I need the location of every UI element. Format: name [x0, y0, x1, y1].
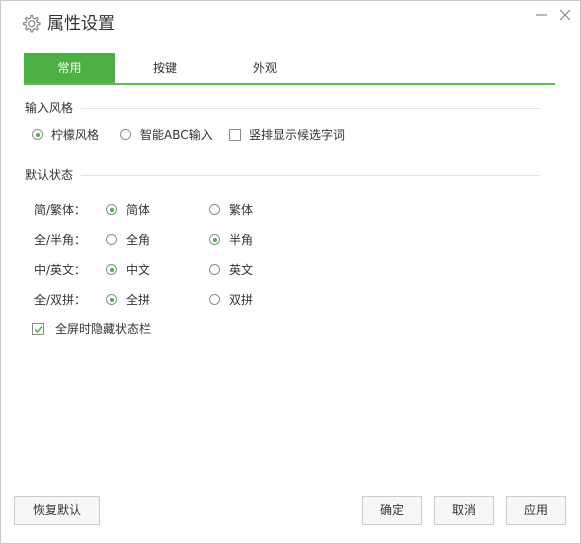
tab-bar: 常用 按键 外观: [24, 53, 555, 85]
default-state-heading: 默认状态: [25, 168, 74, 182]
apply-button[interactable]: 应用: [506, 496, 566, 525]
radio-simplified[interactable]: [106, 204, 117, 215]
radio-full-width[interactable]: [106, 234, 117, 245]
settings-window: 属性设置 常用 按键 外观 输入风格 柠檬风格 智能ABC输入 竖排显示候选字词…: [0, 0, 581, 544]
full-double-pinyin-label: 全/双拼：: [34, 293, 87, 307]
radio-double-pinyin-label[interactable]: 双拼: [229, 293, 253, 307]
checkbox-vertical-candidates[interactable]: [229, 129, 241, 141]
checkbox-vertical-candidates-label[interactable]: 竖排显示候选字词: [249, 128, 345, 142]
radio-full-pinyin[interactable]: [106, 294, 117, 305]
radio-english[interactable]: [209, 264, 220, 275]
tab-general[interactable]: 常用: [24, 53, 115, 83]
close-icon[interactable]: [555, 5, 575, 25]
radio-lemon-style[interactable]: [32, 129, 43, 140]
input-style-heading: 输入风格: [25, 101, 74, 115]
checkbox-hide-statusbar-label[interactable]: 全屏时隐藏状态栏: [55, 322, 151, 336]
checkbox-hide-statusbar[interactable]: [32, 323, 44, 335]
checkmark-icon: [34, 326, 43, 334]
radio-lemon-style-label[interactable]: 柠檬风格: [51, 128, 99, 142]
radio-smart-abc[interactable]: [120, 129, 131, 140]
gear-icon: [23, 14, 41, 33]
section-divider: [81, 175, 540, 176]
simplified-traditional-label: 简/繁体：: [34, 203, 87, 217]
restore-default-button[interactable]: 恢复默认: [14, 496, 100, 525]
radio-double-pinyin[interactable]: [209, 294, 220, 305]
radio-half-width[interactable]: [209, 234, 220, 245]
radio-traditional[interactable]: [209, 204, 220, 215]
minimize-icon[interactable]: [532, 5, 552, 25]
chinese-english-label: 中/英文：: [34, 263, 87, 277]
section-divider: [81, 108, 540, 109]
full-half-width-label: 全/半角：: [34, 233, 87, 247]
cancel-button[interactable]: 取消: [434, 496, 494, 525]
tab-keys[interactable]: 按键: [115, 53, 215, 83]
radio-simplified-label[interactable]: 简体: [126, 203, 150, 217]
radio-full-pinyin-label[interactable]: 全拼: [126, 293, 150, 307]
radio-full-width-label[interactable]: 全角: [126, 233, 150, 247]
radio-half-width-label[interactable]: 半角: [229, 233, 253, 247]
tab-appearance[interactable]: 外观: [215, 53, 315, 83]
radio-traditional-label[interactable]: 繁体: [229, 203, 253, 217]
window-title: 属性设置: [47, 14, 115, 34]
radio-english-label[interactable]: 英文: [229, 263, 253, 277]
radio-chinese[interactable]: [106, 264, 117, 275]
ok-button[interactable]: 确定: [362, 496, 422, 525]
radio-chinese-label[interactable]: 中文: [126, 263, 150, 277]
radio-smart-abc-label[interactable]: 智能ABC输入: [140, 128, 213, 142]
